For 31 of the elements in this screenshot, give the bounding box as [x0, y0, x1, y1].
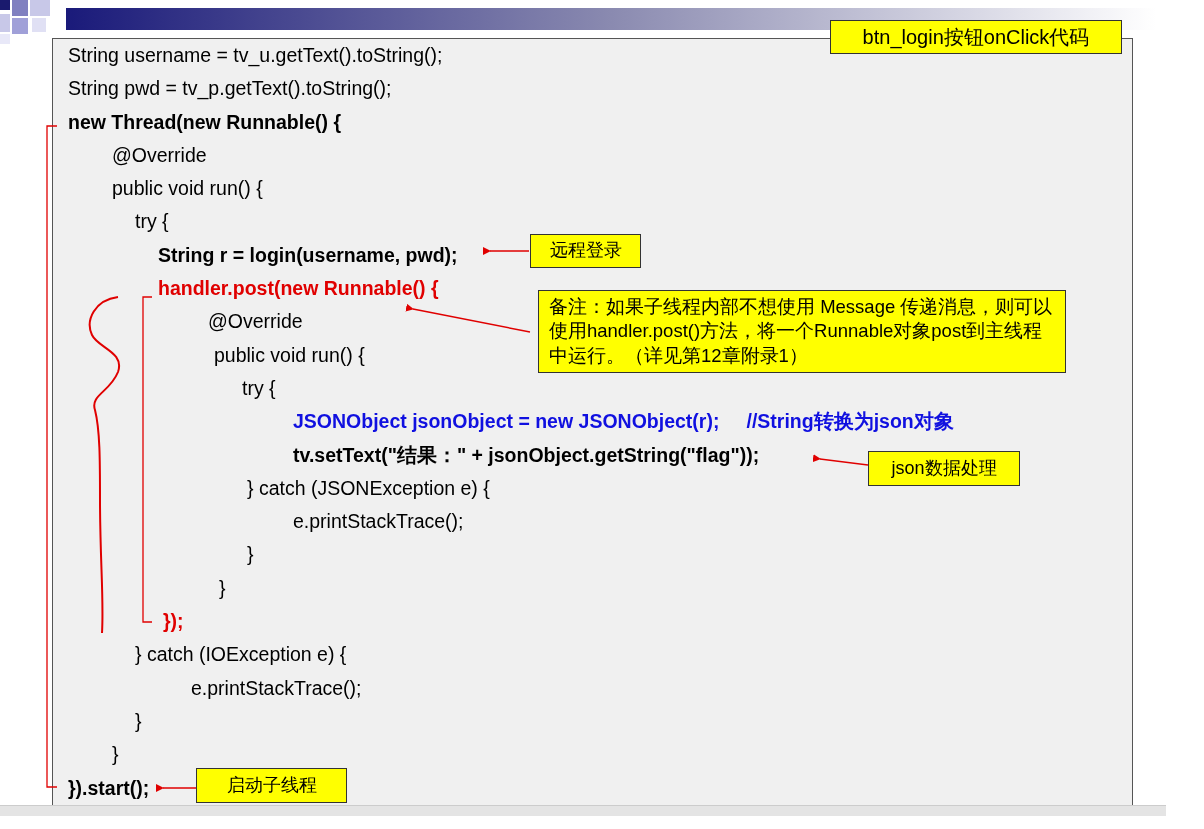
code-line: } catch (JSONException e) { — [247, 476, 490, 499]
code-line: JSONObject jsonObject = new JSONObject(r); //String转换为json对象 — [293, 410, 954, 433]
code-line: try { — [135, 210, 169, 233]
callout-note: json数据处理 — [868, 451, 1020, 486]
code-line: try { — [242, 376, 276, 399]
code-line: }).start(); — [68, 776, 150, 799]
code-line: } catch (IOException e) { — [135, 643, 347, 666]
code-line: String pwd = tv_p.getText().toString(); — [68, 77, 392, 100]
code-line: String username = tv_u.getText().toString(); — [68, 44, 443, 66]
code-line: }); — [163, 610, 184, 633]
callout-note: 备注：如果子线程内部不想使用 Message 传递消息，则可以使用handler.post()方法，将一个Runnable对象post到主线程中运行。（详见第12章附录1） — [538, 290, 1066, 373]
code-line: e.printStackTrace(); — [293, 510, 464, 533]
code-line: } — [247, 543, 254, 566]
callout-note: btn_login按钮onClick代码 — [830, 20, 1122, 54]
code-line: } — [219, 576, 226, 599]
arrow — [156, 784, 197, 792]
callout-note: 远程登录 — [530, 234, 641, 268]
code-line: public void run() { — [214, 343, 365, 366]
code-line: String r = login(username, pwd); — [158, 243, 458, 266]
arrow — [812, 454, 869, 466]
code-line: handler.post(new Runnable() { — [158, 277, 439, 300]
code-line: } — [135, 709, 142, 732]
code-line: @Override — [112, 143, 207, 166]
code-line: new Thread(new Runnable() { — [68, 110, 342, 133]
code-line: public void run() { — [112, 177, 263, 200]
callout-note: 启动子线程 — [196, 768, 347, 803]
code-line: tv.setText("结果：" + jsonObject.getString("flag")); — [293, 443, 760, 466]
code-line: e.printStackTrace(); — [191, 676, 362, 699]
code-line: } — [112, 743, 119, 766]
arrow — [483, 247, 530, 255]
code-line: @Override — [208, 310, 303, 333]
